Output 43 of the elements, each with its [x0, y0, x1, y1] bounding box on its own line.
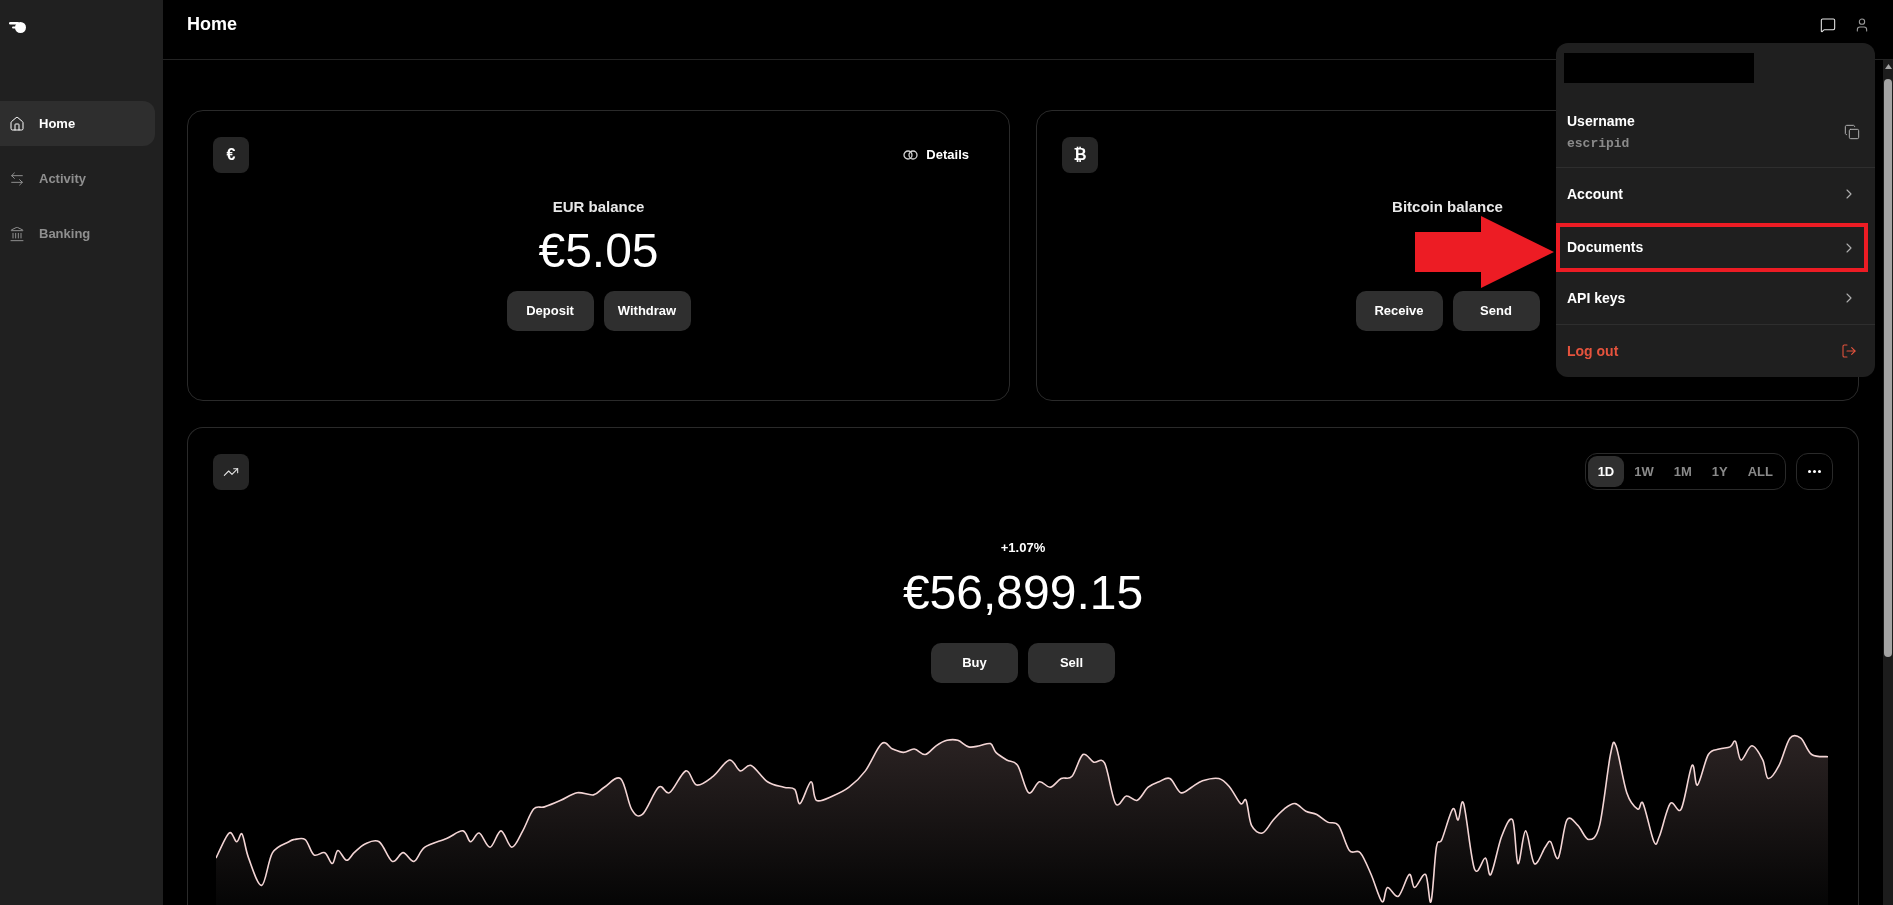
sidebar-item[interactable]: Activity: [0, 156, 155, 201]
currency-tile: €: [213, 137, 249, 173]
home-icon: [9, 115, 25, 132]
range-tab[interactable]: ALL: [1737, 456, 1783, 487]
range-tab[interactable]: 1M: [1663, 456, 1702, 487]
range-tab[interactable]: 1W: [1624, 456, 1664, 487]
ellipsis-icon: [1808, 470, 1821, 473]
copy-icon[interactable]: [1844, 124, 1860, 140]
username-value: escripid: [1567, 136, 1631, 152]
log-out-icon: [1841, 343, 1857, 359]
scrollbar[interactable]: [1883, 60, 1893, 905]
menu-item[interactable]: Account: [1556, 168, 1875, 220]
details-button[interactable]: Details: [903, 145, 969, 165]
bank-icon: [9, 225, 25, 242]
menu-item[interactable]: Documents: [1560, 227, 1864, 268]
logo-icon: [9, 21, 26, 33]
arrows-left-right-icon: [9, 170, 25, 187]
user-icon[interactable]: [1854, 16, 1870, 33]
action-button[interactable]: Deposit: [506, 291, 594, 331]
balance-title: EUR balance: [552, 197, 645, 217]
sidebar-item[interactable]: Home: [0, 101, 155, 146]
action-button[interactable]: Send: [1452, 291, 1540, 331]
menu-item[interactable]: API keys: [1556, 272, 1875, 324]
sidebar-item[interactable]: Banking: [0, 211, 155, 256]
balance-title: Bitcoin balance: [1392, 197, 1503, 217]
balance-amount: €5.05: [538, 223, 659, 279]
scroll-up-icon[interactable]: [1884, 64, 1892, 69]
price-value: €56,899.15: [902, 565, 1144, 621]
logout-menu-item[interactable]: Log out: [1556, 325, 1875, 377]
range-tab[interactable]: 1D: [1587, 456, 1625, 487]
action-button[interactable]: Buy: [931, 643, 1018, 683]
range-tab[interactable]: 1Y: [1701, 456, 1738, 487]
currency-tile: ₿: [1062, 137, 1098, 173]
page-title: Home: [187, 13, 237, 36]
username-label: Username: [1567, 112, 1635, 130]
chat-icon[interactable]: [1820, 16, 1836, 33]
double-circle-icon: [903, 150, 919, 160]
action-button[interactable]: Sell: [1028, 643, 1115, 683]
action-button[interactable]: Withdraw: [603, 291, 691, 331]
action-button[interactable]: Receive: [1355, 291, 1443, 331]
trend-up-icon: [213, 453, 249, 490]
price-change: +1.07%: [1000, 539, 1046, 557]
scrollbar-thumb[interactable]: [1884, 79, 1892, 657]
